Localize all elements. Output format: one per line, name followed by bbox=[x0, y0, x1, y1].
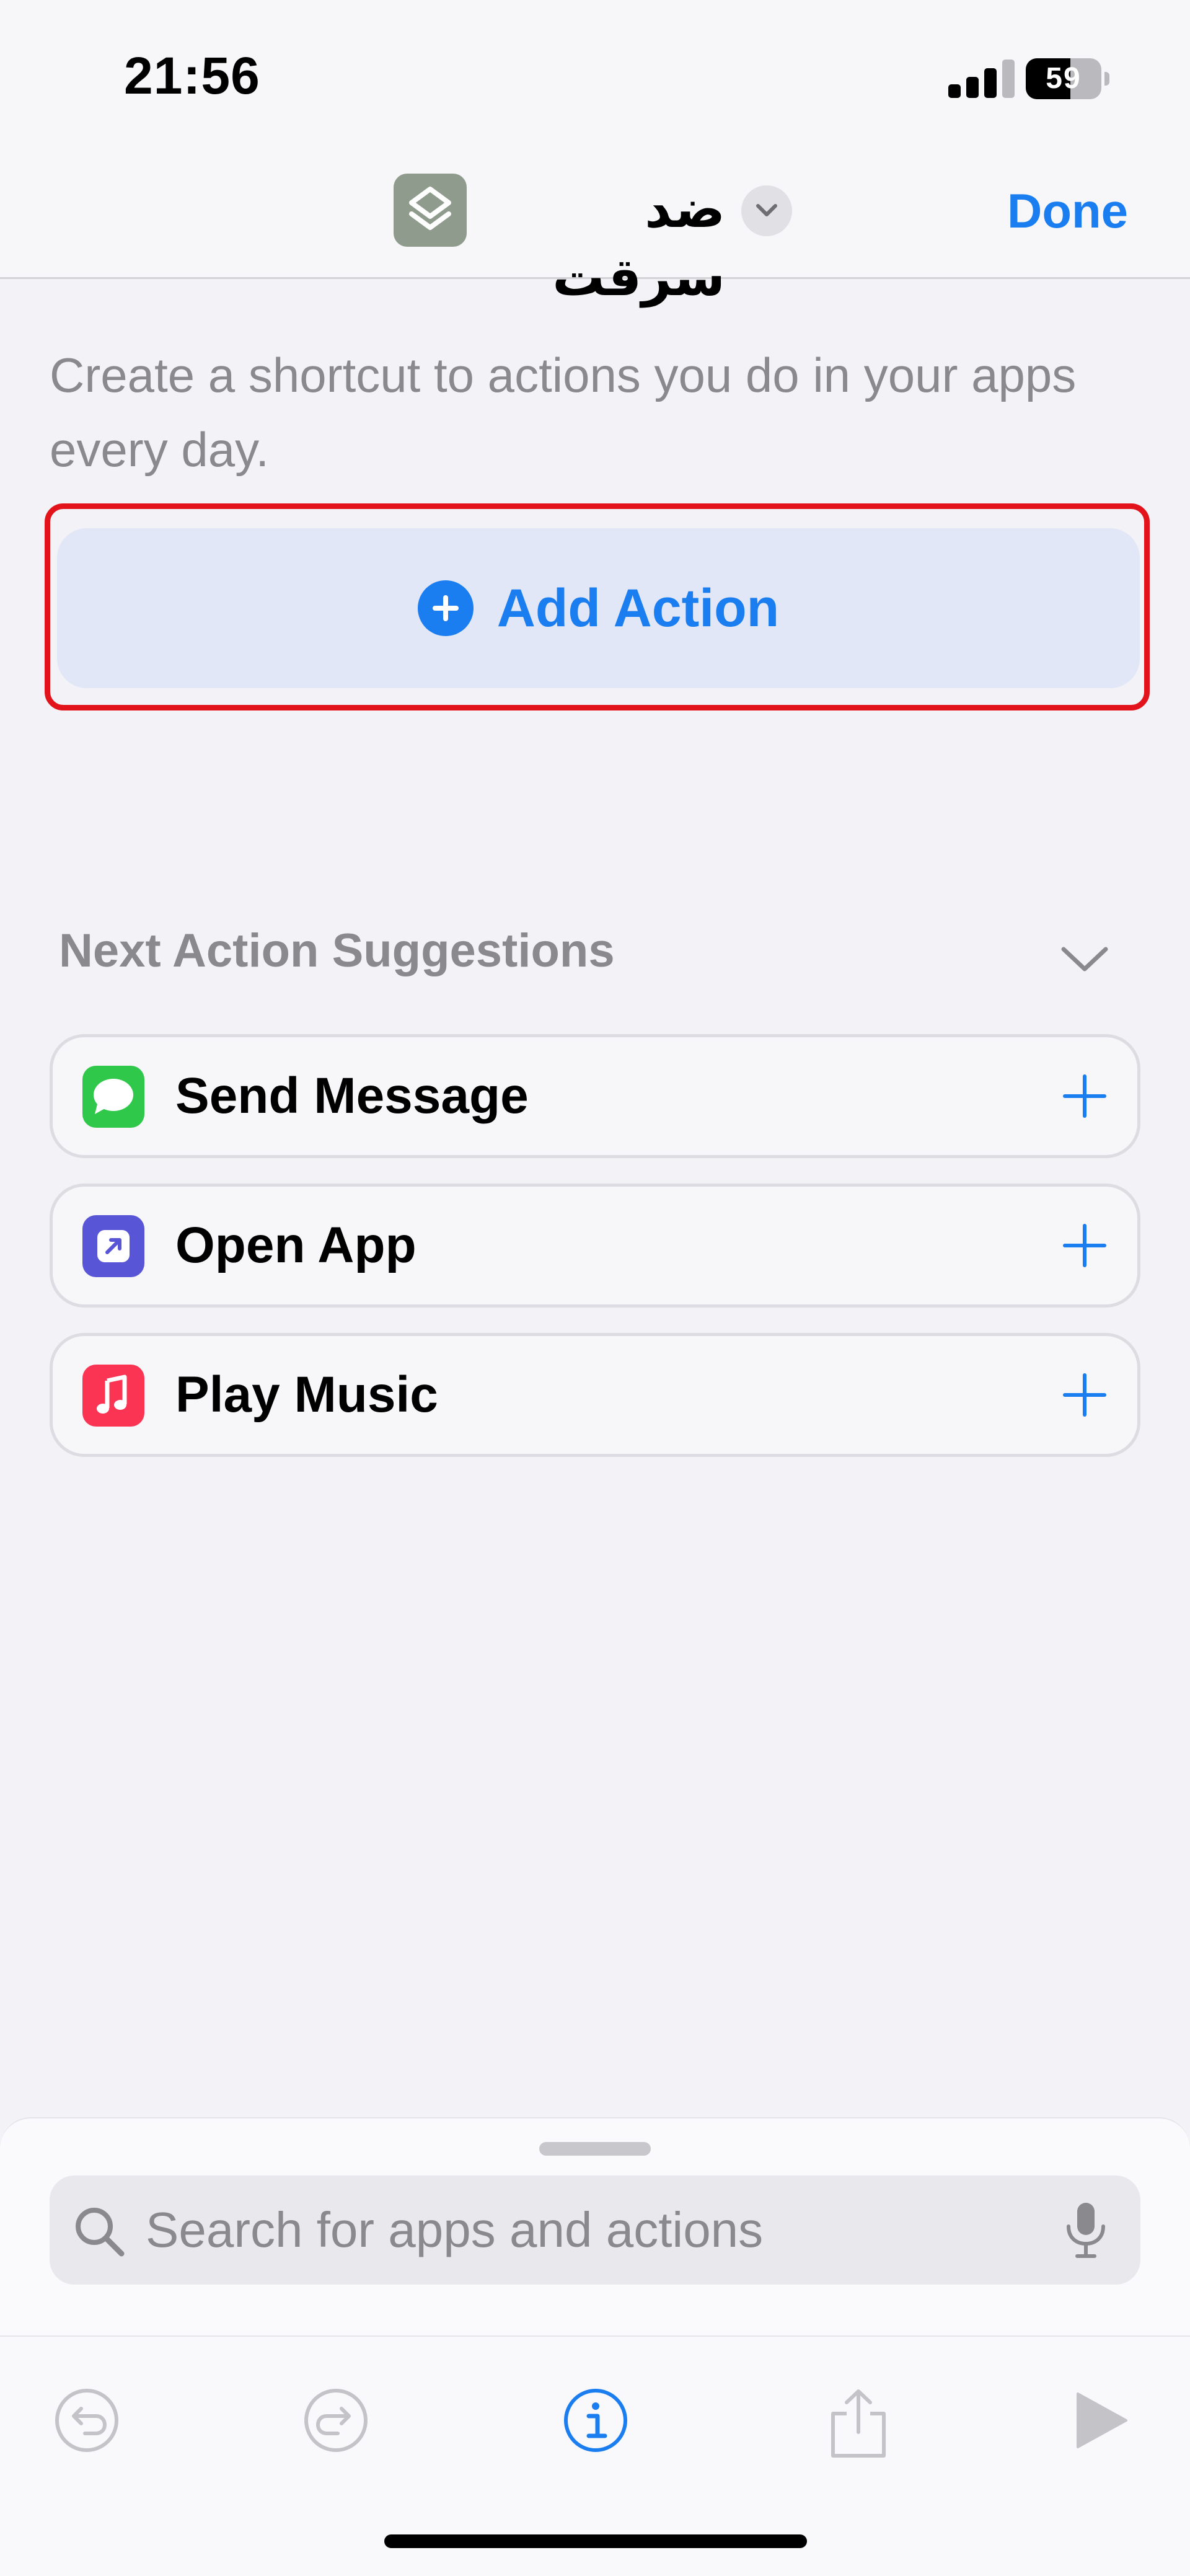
navigation-bar: ضد سرقت Done bbox=[0, 149, 1190, 306]
music-icon bbox=[82, 1365, 144, 1427]
plus-icon[interactable] bbox=[1063, 1373, 1106, 1417]
highlight-frame bbox=[45, 503, 1150, 710]
redo-icon[interactable] bbox=[302, 2386, 370, 2458]
chevron-down-icon[interactable] bbox=[1060, 945, 1109, 976]
play-icon[interactable] bbox=[1069, 2386, 1131, 2458]
search-placeholder: Search for apps and actions bbox=[146, 2202, 764, 2257]
open-app-icon bbox=[82, 1215, 144, 1277]
shortcut-editor-screen: 21:56 59 ضد سرقت Done Create a shortcut … bbox=[0, 0, 1190, 2576]
chevron-down-icon[interactable] bbox=[741, 185, 792, 236]
suggestions-header: Next Action Suggestions bbox=[59, 924, 615, 977]
plus-icon[interactable] bbox=[1063, 1074, 1106, 1118]
info-icon[interactable] bbox=[562, 2386, 630, 2458]
search-icon bbox=[72, 2204, 128, 2263]
status-time: 21:56 bbox=[124, 46, 260, 105]
layers-icon[interactable] bbox=[394, 174, 467, 247]
suggestion-label: Play Music bbox=[175, 1366, 438, 1423]
battery-icon: 59 bbox=[1026, 58, 1113, 99]
done-button[interactable]: Done bbox=[1007, 180, 1128, 242]
suggestion-open-app[interactable]: Open App bbox=[50, 1184, 1140, 1308]
status-bar: 21:56 59 bbox=[0, 0, 1190, 149]
messages-icon bbox=[82, 1066, 144, 1128]
suggestion-play-music[interactable]: Play Music bbox=[50, 1333, 1140, 1457]
shortcut-title[interactable]: ضد سرقت bbox=[490, 175, 725, 306]
undo-icon[interactable] bbox=[53, 2386, 121, 2458]
suggestion-label: Send Message bbox=[175, 1068, 529, 1124]
battery-level: 59 bbox=[1046, 62, 1082, 95]
suggestion-send-message[interactable]: Send Message bbox=[50, 1034, 1140, 1158]
plus-icon[interactable] bbox=[1063, 1224, 1106, 1267]
suggestion-label: Open App bbox=[175, 1217, 416, 1273]
sheet-drag-handle[interactable] bbox=[539, 2142, 651, 2156]
share-icon[interactable] bbox=[824, 2386, 892, 2464]
home-indicator bbox=[384, 2534, 807, 2548]
cellular-signal-icon bbox=[948, 60, 1016, 98]
actions-bottom-sheet: Search for apps and actions bbox=[0, 2117, 1190, 2576]
microphone-icon[interactable] bbox=[1061, 2199, 1111, 2264]
shortcut-description: Create a shortcut to actions you do in y… bbox=[50, 348, 1077, 477]
search-input[interactable]: Search for apps and actions bbox=[50, 2175, 1140, 2285]
